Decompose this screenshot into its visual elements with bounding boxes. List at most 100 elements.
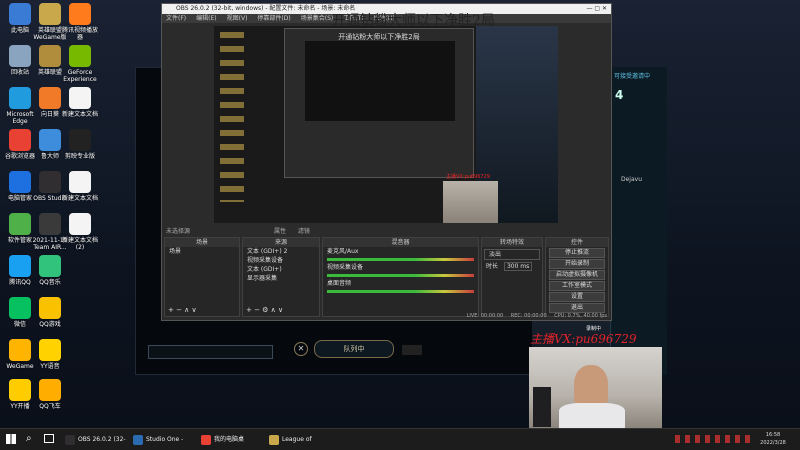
mixer-channel-name: 麦克风/Aux: [327, 248, 359, 255]
lol-camera-controls[interactable]: [402, 345, 422, 355]
transitions-panel[interactable]: 转场特效 淡出 时长 300 ms: [481, 237, 543, 317]
clock-date: 2022/3/28: [760, 440, 786, 446]
obs-menu-item[interactable]: 停靠部件(D): [257, 15, 290, 22]
transition-select[interactable]: 淡出: [484, 249, 540, 260]
desktop-icon-image: [9, 87, 31, 109]
preview-watermark: 主播VX:pu696729: [446, 174, 490, 180]
control-button[interactable]: 启动虚拟摄像机: [549, 270, 605, 280]
desktop-icon-label: QQ飞车: [39, 403, 61, 410]
source-item[interactable]: 文本 (GDI+) 2: [243, 247, 319, 256]
desktop-icon-image: [39, 171, 61, 193]
obs-menu-item[interactable]: 文件(F): [166, 15, 186, 22]
lol-chat-input[interactable]: [148, 345, 273, 359]
taskbar-app-button[interactable]: League of Legends: [266, 431, 332, 449]
desktop-icon[interactable]: 新建文本文档: [60, 171, 100, 202]
desktop-icon-image: [39, 339, 61, 361]
mixer-header: 混音器: [323, 238, 478, 247]
desktop-icon[interactable]: 新建文本文档 (2): [60, 213, 100, 251]
taskbar: ⌕ OBS 26.0.2 (32-bi...Studio One - 2021.…: [0, 428, 800, 450]
lol-close-button[interactable]: ✕: [294, 342, 308, 356]
source-none-label: 未选择源: [166, 228, 191, 235]
controls-header: 控件: [546, 238, 608, 247]
duration-label: 时长: [486, 263, 499, 270]
lol-right-friend[interactable]: Dejavu: [611, 106, 667, 183]
sources-panel[interactable]: 来源 文本 (GDI+) 2 视频采集设备 文本 (GDI+) 显示器采集 + …: [242, 237, 320, 317]
obs-menu-item[interactable]: 场景集合(S): [301, 15, 334, 22]
preview-nested-obs: 开通钻粉大师以下净胜2局: [284, 28, 474, 178]
desktop-icon-image: [39, 255, 61, 277]
start-button[interactable]: [6, 434, 16, 444]
mixer-meter: [327, 258, 474, 261]
sources-header: 来源: [243, 238, 319, 247]
filters-button[interactable]: 滤镜: [298, 228, 310, 235]
clock[interactable]: 16:58 2022/3/28: [755, 431, 791, 447]
control-button[interactable]: 停止推流: [549, 248, 605, 258]
mixer-channel-name: 视频采集设备: [327, 264, 364, 271]
desktop-icon-image: [69, 87, 91, 109]
taskbar-app-button[interactable]: 我的电脑桌面.html ...: [198, 431, 264, 449]
lol-social-panel[interactable]: 可接受邀请中 4 Dejavu: [610, 67, 667, 375]
task-view-icon[interactable]: [44, 434, 54, 443]
control-button[interactable]: 开始录制: [549, 259, 605, 269]
source-bar: 未选择源 属性 滤镜: [162, 227, 611, 237]
obs-menu-item[interactable]: 编辑(E): [196, 15, 216, 22]
mixer-panel[interactable]: 混音器 麦克风/Aux 视频采集设备 桌面音频: [322, 237, 479, 317]
scenes-panel[interactable]: 场景 场景 + − ∧ ∨: [164, 237, 240, 317]
preview-nested-screen: [305, 41, 455, 121]
scene-item[interactable]: 场景: [165, 247, 239, 256]
desktop-icon[interactable]: QQ音乐: [30, 255, 70, 286]
clock-time: 16:58: [765, 432, 781, 438]
control-button[interactable]: 设置: [549, 292, 605, 302]
duration-input[interactable]: 300 ms: [503, 262, 533, 271]
obs-title-text: OBS 26.0.2 (32-bit, windows) - 配置文件: 未命名…: [176, 5, 356, 12]
desktop-icon-image: [69, 171, 91, 193]
duration-row: 时长 300 ms: [482, 262, 542, 271]
desktop-icon[interactable]: GeForce Experience: [60, 45, 100, 83]
rec-badge: 录制中: [586, 326, 602, 332]
desktop-icon[interactable]: 剪映专业版: [60, 129, 100, 160]
tray-icons[interactable]: [675, 435, 750, 443]
lol-right-status: 可接受邀请中: [614, 73, 651, 80]
taskbar-app-button[interactable]: OBS 26.0.2 (32-bi...: [62, 431, 128, 449]
control-button[interactable]: 工作室模式: [549, 281, 605, 291]
desktop-icon-label: QQ游戏: [39, 321, 61, 328]
properties-button[interactable]: 属性: [274, 228, 286, 235]
obs-window-controls[interactable]: — ▢ ✕: [586, 4, 607, 14]
desktop-icon-image: [69, 213, 91, 235]
mixer-channel-name: 桌面音频: [327, 280, 352, 287]
source-item[interactable]: 视频采集设备: [243, 256, 319, 265]
desktop-icon[interactable]: YY语音: [30, 339, 70, 370]
desktop-icon-label: YY语音: [40, 363, 60, 370]
desktop-icon-image: [69, 45, 91, 67]
obs-preview[interactable]: 开通钻粉大师以下净胜2局 主播VX:pu696729: [214, 26, 558, 223]
desktop-icon[interactable]: QQ飞车: [30, 379, 70, 410]
obs-window[interactable]: OBS 26.0.2 (32-bit, windows) - 配置文件: 未命名…: [161, 3, 612, 321]
source-item[interactable]: 显示器采集: [243, 274, 319, 283]
lol-right-number: 4: [615, 88, 624, 102]
desktop-icon-image: [39, 45, 61, 67]
obs-status-bar: LIVE: 00:00:00 REC: 00:00:00 CPU: 0.7%, …: [162, 312, 611, 320]
desktop-icon-image: [9, 3, 31, 25]
webcam-feed: [529, 347, 662, 429]
desktop-icon-image: [9, 379, 31, 401]
desktop-icon-image: [9, 129, 31, 151]
source-item[interactable]: 文本 (GDI+): [243, 265, 319, 274]
controls-panel[interactable]: 控件 停止推流 开始录制 启动虚拟摄像机 工作室模式 设置 退出: [545, 237, 609, 317]
lol-queue-button[interactable]: 队列中: [314, 340, 394, 358]
cpu-status: CPU: 0.7%, 40.00 fps: [554, 313, 607, 319]
desktop-icon-label: 新建文本文档: [61, 195, 98, 202]
streamer-watermark: 主播VX:pu696729: [530, 332, 637, 346]
taskbar-app-button[interactable]: Studio One - 2021...: [130, 431, 196, 449]
desktop-icon-label: QQ音乐: [39, 279, 61, 286]
desktop-icon[interactable]: 新建文本文档: [60, 87, 100, 118]
desktop-icon-image: [39, 213, 61, 235]
desktop-icon-image: [9, 339, 31, 361]
desktop-icon[interactable]: QQ游戏: [30, 297, 70, 328]
scenes-header: 场景: [165, 238, 239, 247]
search-icon[interactable]: ⌕: [26, 433, 32, 444]
webcam-person: [574, 365, 608, 407]
obs-menu-item[interactable]: 视图(V): [227, 15, 248, 22]
desktop-icon-label: 新建文本文档: [61, 111, 98, 118]
desktop-icon-label: 腾讯视频播放器: [61, 27, 98, 41]
desktop-icon[interactable]: 腾讯视频播放器: [60, 3, 100, 41]
